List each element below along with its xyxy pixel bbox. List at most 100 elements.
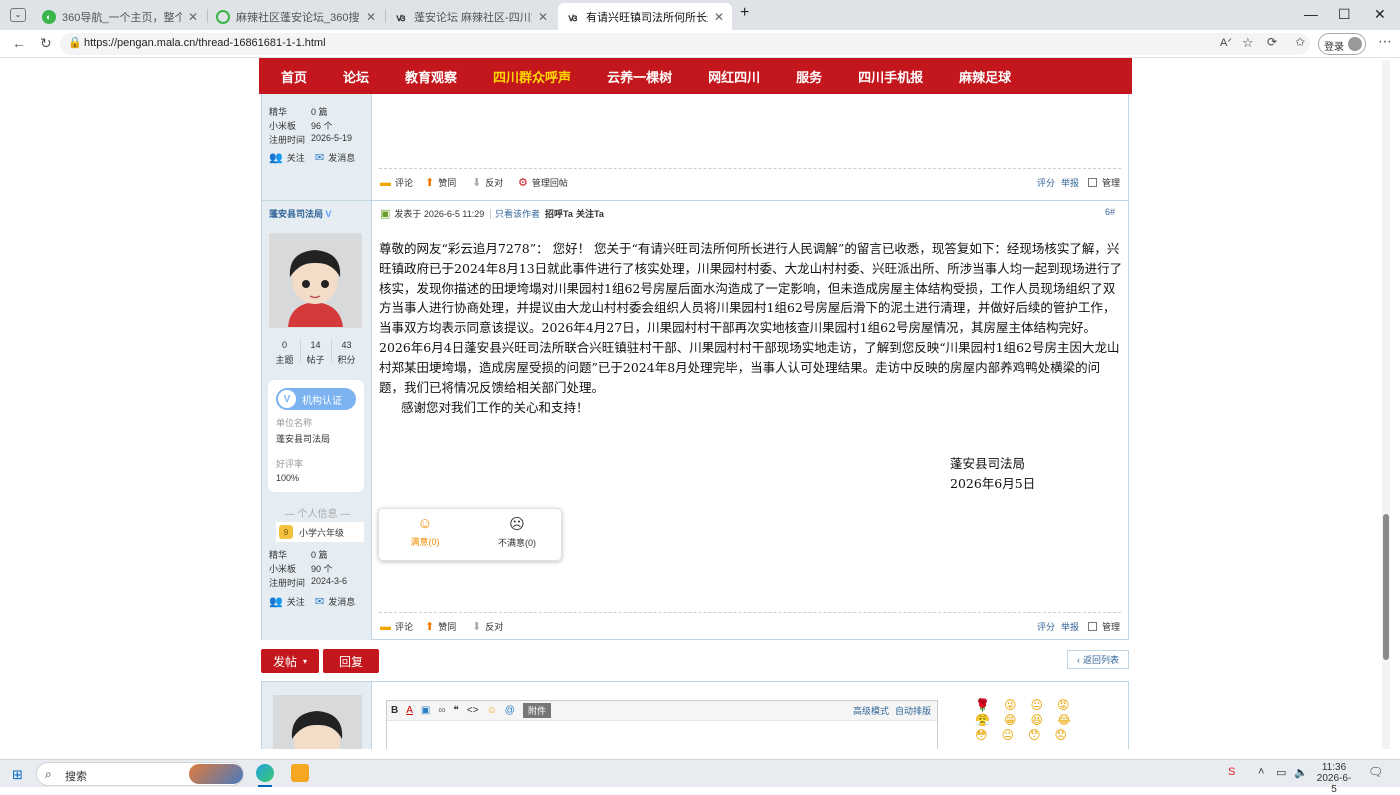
profile-avatar-icon — [1348, 37, 1362, 51]
nav-item-public-voice[interactable]: 四川群众呼声 — [493, 67, 571, 86]
new-tab-button[interactable]: + — [740, 4, 749, 22]
stat-label: 小米板 — [269, 121, 297, 131]
floor-number[interactable]: 6# — [1105, 207, 1115, 217]
back-icon[interactable]: ← — [12, 35, 26, 51]
downvote-link[interactable]: ⬇ 反对 — [472, 620, 503, 633]
app-icon[interactable] — [291, 764, 309, 782]
upvote-link[interactable]: ⬆ 赞同 — [425, 176, 456, 189]
favorite-star-icon[interactable]: ☆ — [1242, 35, 1254, 51]
nav-item-wanghong[interactable]: 网红四川 — [708, 67, 760, 86]
back-to-list-button[interactable]: ‹ 返回列表 — [1067, 650, 1129, 669]
rate-link[interactable]: 评分 — [1037, 176, 1055, 189]
address-bar: ← ↻ 🔒 https://pengan.mala.cn/thread-1686… — [0, 30, 1400, 58]
extensions-icon[interactable]: ⟳ — [1267, 35, 1277, 49]
checkbox[interactable] — [1088, 178, 1097, 187]
upvote-link[interactable]: ⬆ 赞同 — [425, 620, 456, 633]
mala-logo-icon: ꟃ — [568, 12, 578, 24]
close-icon[interactable]: ✕ — [188, 10, 198, 24]
taskbar-search-box[interactable]: ⌕ 搜索 — [36, 762, 244, 786]
notification-icon[interactable]: 🗨 — [1368, 765, 1383, 779]
send-message-link[interactable]: ✉ 发消息 — [315, 595, 355, 608]
mention-icon[interactable]: @ — [505, 705, 515, 716]
tray-app-icon[interactable]: S — [1228, 766, 1235, 778]
tab-pengan-forum[interactable]: ꟃ 蓬安论坛 麻辣社区-四川第一网络 ✕ — [386, 3, 556, 30]
emoji-grid[interactable]: 🌹😜😐😡😤😁😆😂😳😐😯😞 — [975, 698, 1085, 748]
refresh-icon[interactable]: ↻ — [40, 35, 52, 52]
link-icon[interactable]: ∞ — [438, 705, 445, 716]
only-author-link[interactable]: 只看该作者 — [495, 207, 540, 220]
checkbox[interactable] — [1088, 622, 1097, 631]
360-search-icon — [216, 9, 230, 24]
report-link[interactable]: 举报 — [1061, 620, 1079, 633]
font-color-icon[interactable]: A — [406, 705, 413, 716]
comment-link[interactable]: ▬ 评论 — [380, 620, 413, 633]
nav-item-education[interactable]: 教育观察 — [405, 67, 457, 86]
downvote-link[interactable]: ⬇ 反对 — [472, 176, 503, 189]
attach-button[interactable]: 附件 — [522, 703, 551, 718]
advanced-mode-link[interactable]: 高级模式 — [853, 704, 889, 717]
manage-checkbox[interactable]: 管理 — [1088, 620, 1120, 633]
bold-icon[interactable]: B — [391, 705, 398, 716]
scrollbar-thumb[interactable] — [1383, 514, 1389, 660]
manage-reply-link[interactable]: ⚙ 管理回帖 — [518, 176, 568, 189]
clock[interactable]: 11:36 2026-6-5 — [1314, 762, 1354, 795]
nav-item-service[interactable]: 服务 — [796, 67, 822, 86]
send-message-link[interactable]: ✉ 发消息 — [315, 151, 355, 164]
rate-label: 好评率 — [276, 459, 304, 469]
minimize-button[interactable]: — — [1304, 6, 1318, 22]
search-label: 搜索 — [65, 771, 87, 783]
tab-actions-icon[interactable]: ⌄ — [10, 8, 26, 22]
close-icon[interactable]: ✕ — [714, 10, 724, 24]
close-icon[interactable]: ✕ — [366, 10, 376, 24]
read-aloud-icon[interactable]: Aᐟ — [1220, 36, 1232, 49]
nav-item-cloud-tree[interactable]: 云养一棵树 — [607, 67, 672, 86]
rate-link[interactable]: 评分 — [1037, 620, 1055, 633]
code-icon[interactable]: <> — [467, 705, 479, 716]
image-icon[interactable]: ▣ — [421, 705, 430, 716]
maximize-button[interactable]: ☐ — [1338, 6, 1351, 23]
cartoon-avatar-image — [291, 711, 343, 749]
manage-checkbox[interactable]: 管理 — [1088, 176, 1120, 189]
more-menu-icon[interactable]: ⋯ — [1378, 33, 1392, 50]
new-post-button[interactable]: 发帖 ▾ — [261, 649, 319, 673]
user-counts: 0 主题 14 帖子 43 积分 — [275, 340, 356, 365]
reply-editor[interactable]: B A ▣ ∞ ❝ <> ☺ @ 附件 高级模式 自动排版 — [386, 700, 938, 749]
comment-link[interactable]: ▬ 评论 — [380, 176, 413, 189]
volume-icon[interactable]: 🔈 — [1294, 766, 1308, 779]
follow-ta-link[interactable]: 关注Ta — [576, 207, 604, 220]
tab-current-thread[interactable]: ꟃ 有请兴旺镇司法所何所长进行"人民 ✕ — [558, 3, 732, 30]
tab-360-nav[interactable]: ◐ 360导航_一个主页，整个世界 ✕ — [34, 3, 206, 30]
tab-360-search[interactable]: 麻辣社区蓬安论坛_360搜索 ✕ — [208, 3, 384, 30]
emoji-icon[interactable]: ☺ — [487, 705, 497, 716]
verified-v-icon: V — [278, 390, 296, 408]
grade-badge: 9 小学六年级 — [276, 522, 364, 542]
follow-link[interactable]: 👥 关注 — [269, 595, 305, 608]
follow-icon: 👥 — [269, 596, 283, 608]
auto-layout-link[interactable]: 自动排版 — [895, 704, 931, 717]
unsatisfied-button[interactable]: ☹ 不满意(0) — [471, 515, 563, 549]
arrow-down-icon: ⬇ — [472, 177, 482, 189]
editor-toolbar: B A ▣ ∞ ❝ <> ☺ @ 附件 高级模式 自动排版 — [387, 701, 937, 721]
follow-link[interactable]: 👥 关注 — [269, 151, 305, 164]
url-field[interactable]: 🔒 https://pengan.mala.cn/thread-16861681… — [60, 33, 1310, 55]
favorites-list-icon[interactable]: ✩ — [1295, 35, 1305, 49]
close-window-button[interactable]: ✕ — [1374, 6, 1386, 23]
edge-browser-icon[interactable] — [256, 764, 274, 782]
nav-item-mobile-news[interactable]: 四川手机报 — [858, 67, 923, 86]
avatar[interactable] — [269, 233, 362, 328]
tray-chevron-icon[interactable]: ˄ — [1258, 766, 1264, 778]
report-link[interactable]: 举报 — [1061, 176, 1079, 189]
network-icon[interactable]: ▭ — [1276, 766, 1286, 779]
close-icon[interactable]: ✕ — [538, 10, 548, 24]
nav-item-forum[interactable]: 论坛 — [343, 67, 369, 86]
quote-icon[interactable]: ❝ — [454, 705, 459, 716]
post-author-name[interactable]: 蓬安县司法局 V — [269, 207, 332, 220]
lock-icon[interactable]: 🔒 — [68, 36, 82, 49]
nav-item-football[interactable]: 麻辣足球 — [959, 67, 1011, 86]
windows-start-icon[interactable]: ⊞ — [12, 767, 23, 783]
satisfied-button[interactable]: ☺ 满意(0) — [379, 515, 471, 548]
greet-link[interactable]: 招呼Ta — [545, 207, 573, 220]
login-button[interactable]: 登录 — [1318, 33, 1366, 55]
verify-badge: V 机构认证 — [276, 388, 356, 410]
reply-button[interactable]: 回复 — [323, 649, 379, 673]
